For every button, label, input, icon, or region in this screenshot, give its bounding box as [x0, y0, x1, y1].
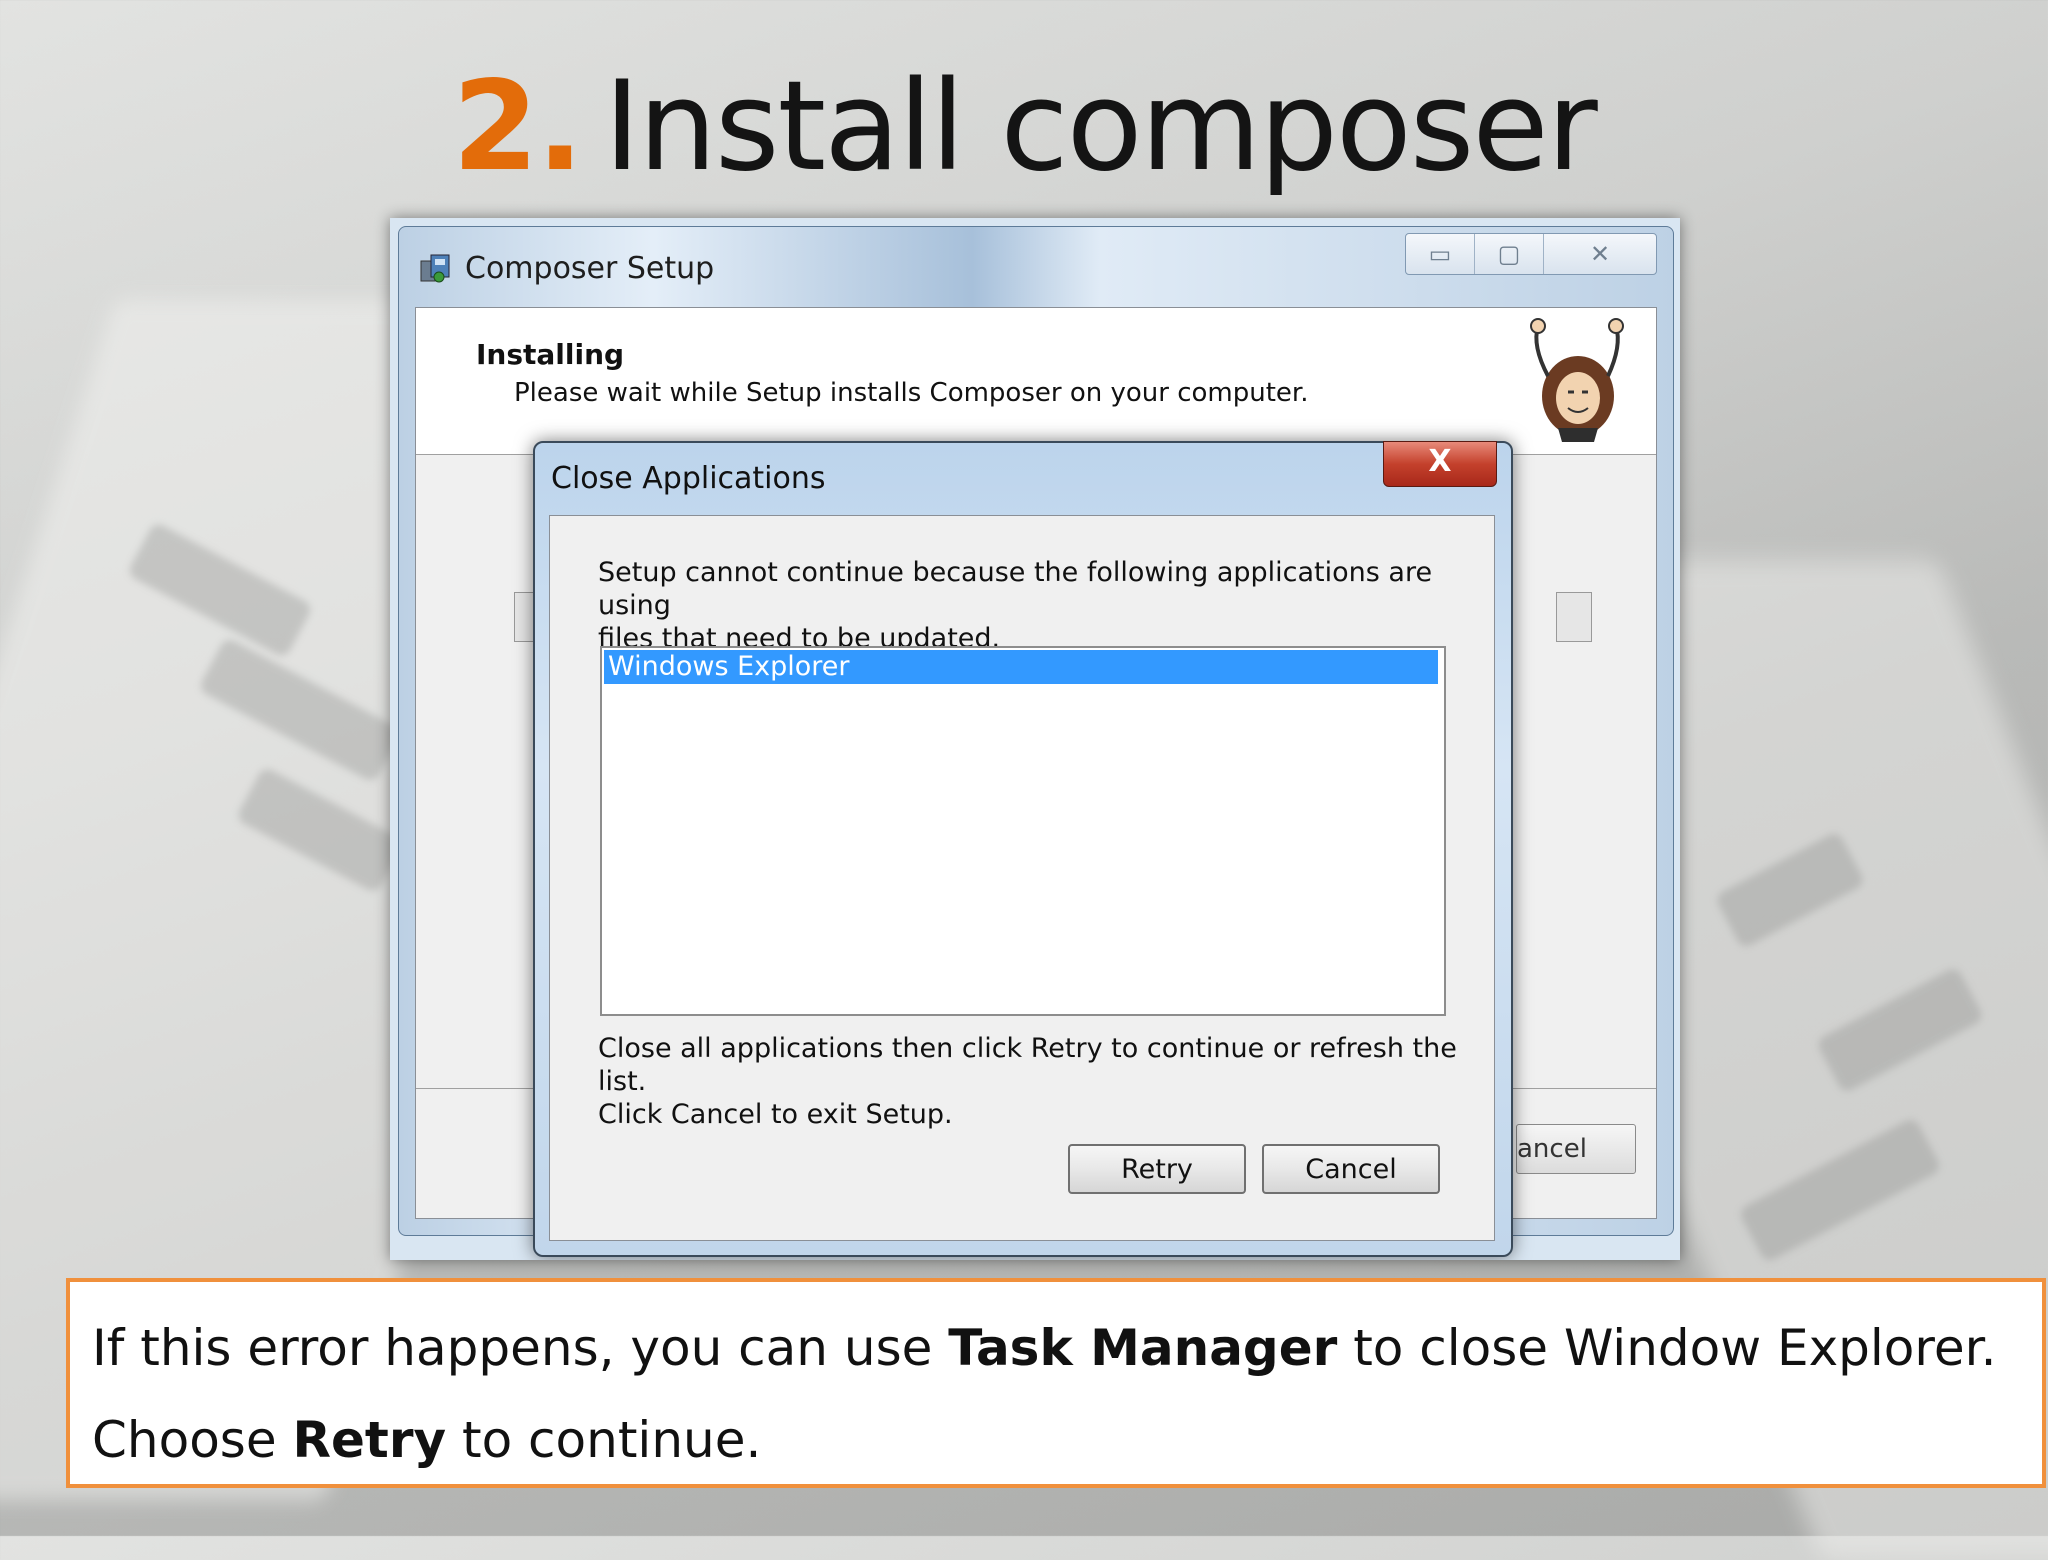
applications-list[interactable]: Windows Explorer	[600, 646, 1446, 1016]
maximize-button[interactable]: ▢	[1475, 234, 1544, 274]
list-item[interactable]: Windows Explorer	[604, 650, 1438, 684]
note-line-2: Choose Retry to continue.	[92, 1394, 2020, 1486]
maximize-icon: ▢	[1497, 240, 1521, 268]
dialog-client-area: Setup cannot continue because the follow…	[549, 515, 1495, 1241]
progress-bar-edge-right	[1556, 592, 1592, 642]
dialog-close-button[interactable]: X	[1383, 441, 1497, 487]
setup-window-title: Composer Setup	[465, 251, 715, 286]
minimize-icon: ▭	[1428, 240, 1452, 268]
note-line-1: If this error happens, you can use Task …	[92, 1302, 2020, 1394]
note-text: to continue.	[446, 1411, 762, 1469]
retry-button[interactable]: Retry	[1068, 1144, 1246, 1194]
dialog-message: Setup cannot continue because the follow…	[598, 557, 1433, 654]
composer-conductor-logo	[1530, 318, 1624, 442]
minimize-button[interactable]: ▭	[1406, 234, 1475, 274]
dialog-title: Close Applications	[551, 461, 826, 496]
note-text: If this error happens, you can use	[92, 1319, 949, 1377]
note-bold-retry: Retry	[292, 1411, 447, 1469]
close-icon: ✕	[1589, 240, 1611, 268]
window-caption-buttons: ▭ ▢ ✕	[1405, 233, 1657, 275]
slide-title-text: Install composer	[603, 55, 1598, 199]
note-text: Choose	[92, 1411, 293, 1469]
setup-cancel-button[interactable]: ancel	[1516, 1124, 1636, 1174]
cancel-button[interactable]: Cancel	[1262, 1144, 1440, 1194]
installing-heading: Installing	[476, 338, 625, 371]
setup-header: Installing Please wait while Setup insta…	[416, 308, 1656, 455]
slide-title-number: 2.	[452, 55, 583, 199]
installer-icon	[420, 254, 450, 283]
close-applications-dialog: Close Applications X Setup cannot contin…	[533, 441, 1513, 1257]
instruction-note: If this error happens, you can use Task …	[66, 1278, 2046, 1488]
installing-description: Please wait while Setup installs Compose…	[514, 378, 1309, 408]
note-text: to close Window Explorer.	[1337, 1319, 1997, 1377]
close-icon: X	[1428, 444, 1452, 479]
close-button[interactable]: ✕	[1544, 234, 1656, 274]
screenshot-frame: Composer Setup ▭ ▢ ✕ Installing Please w…	[390, 218, 1680, 1260]
setup-cancel-label: ancel	[1517, 1134, 1587, 1164]
note-bold-task-manager: Task Manager	[948, 1319, 1338, 1377]
slide-title: 2. Install composer	[0, 52, 2048, 202]
setup-titlebar: Composer Setup ▭ ▢ ✕	[399, 227, 1673, 297]
dialog-instructions: Close all applications then click Retry …	[598, 1033, 1457, 1130]
composer-setup-window: Composer Setup ▭ ▢ ✕ Installing Please w…	[398, 226, 1674, 1257]
